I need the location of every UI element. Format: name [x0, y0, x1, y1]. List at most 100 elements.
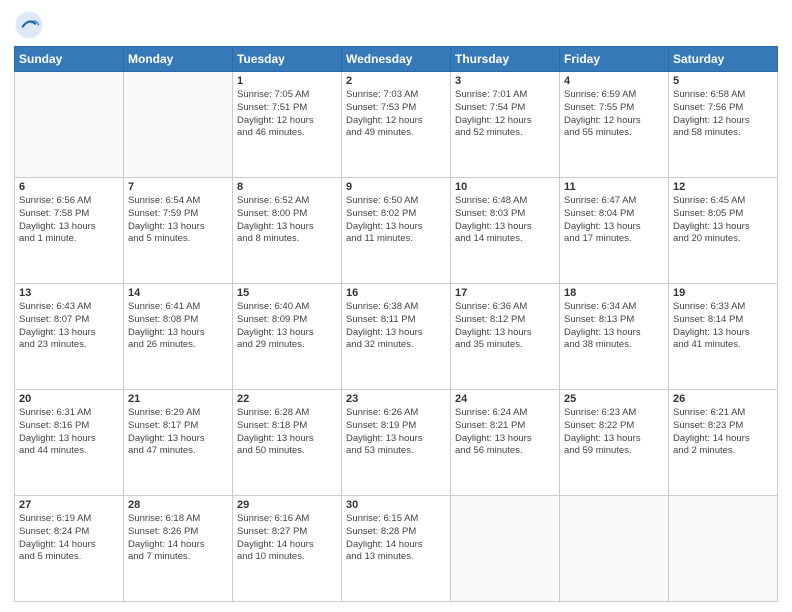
calendar-cell: 16 Sunrise: 6:38 AM Sunset: 8:11 PM Dayli…	[342, 284, 451, 390]
logo	[14, 10, 48, 40]
calendar-cell: 18 Sunrise: 6:34 AM Sunset: 8:13 PM Dayli…	[560, 284, 669, 390]
day-number: 17	[455, 287, 555, 299]
day-info: Sunrise: 6:34 AM Sunset: 8:13 PM Dayligh…	[564, 301, 664, 352]
calendar-header-wednesday: Wednesday	[342, 47, 451, 72]
calendar-header-row: SundayMondayTuesdayWednesdayThursdayFrid…	[15, 47, 778, 72]
calendar-cell: 4Sunrise: 6:59 AM Sunset: 7:55 PM Daylig…	[560, 72, 669, 178]
calendar-cell	[124, 72, 233, 178]
day-info: Sunrise: 6:21 AM Sunset: 8:23 PM Dayligh…	[673, 407, 773, 458]
day-info: Sunrise: 6:16 AM Sunset: 8:27 PM Dayligh…	[237, 513, 337, 564]
day-number: 1	[237, 75, 337, 87]
day-number: 27	[19, 499, 119, 511]
header	[14, 10, 778, 40]
day-number: 30	[346, 499, 446, 511]
day-info: Sunrise: 6:47 AM Sunset: 8:04 PM Dayligh…	[564, 195, 664, 246]
day-info: Sunrise: 6:28 AM Sunset: 8:18 PM Dayligh…	[237, 407, 337, 458]
calendar-cell: 1Sunrise: 7:05 AM Sunset: 7:51 PM Daylig…	[233, 72, 342, 178]
day-number: 3	[455, 75, 555, 87]
day-info: Sunrise: 6:52 AM Sunset: 8:00 PM Dayligh…	[237, 195, 337, 246]
calendar-header-saturday: Saturday	[669, 47, 778, 72]
day-number: 16	[346, 287, 446, 299]
calendar-cell: 7 Sunrise: 6:54 AM Sunset: 7:59 PM Daylig…	[124, 178, 233, 284]
calendar-cell	[560, 496, 669, 602]
calendar-week-row: 27 Sunrise: 6:19 AM Sunset: 8:24 PM Dayli…	[15, 496, 778, 602]
calendar-cell: 11 Sunrise: 6:47 AM Sunset: 8:04 PM Dayli…	[560, 178, 669, 284]
day-info: Sunrise: 6:48 AM Sunset: 8:03 PM Dayligh…	[455, 195, 555, 246]
day-number: 8	[237, 181, 337, 193]
day-number: 15	[237, 287, 337, 299]
day-info: Sunrise: 6:58 AM Sunset: 7:56 PM Dayligh…	[673, 89, 773, 140]
day-info: Sunrise: 6:54 AM Sunset: 7:59 PM Dayligh…	[128, 195, 228, 246]
page: SundayMondayTuesdayWednesdayThursdayFrid…	[0, 0, 792, 612]
day-number: 7	[128, 181, 228, 193]
calendar-header-friday: Friday	[560, 47, 669, 72]
calendar-cell: 14Sunrise: 6:41 AM Sunset: 8:08 PM Dayli…	[124, 284, 233, 390]
calendar-week-row: 6Sunrise: 6:56 AM Sunset: 7:58 PM Daylig…	[15, 178, 778, 284]
day-number: 11	[564, 181, 664, 193]
calendar-cell: 25 Sunrise: 6:23 AM Sunset: 8:22 PM Dayli…	[560, 390, 669, 496]
day-number: 5	[673, 75, 773, 87]
day-info: Sunrise: 6:36 AM Sunset: 8:12 PM Dayligh…	[455, 301, 555, 352]
day-number: 13	[19, 287, 119, 299]
day-number: 25	[564, 393, 664, 405]
calendar-cell: 13 Sunrise: 6:43 AM Sunset: 8:07 PM Dayli…	[15, 284, 124, 390]
day-info: Sunrise: 7:01 AM Sunset: 7:54 PM Dayligh…	[455, 89, 555, 140]
calendar-week-row: 20 Sunrise: 6:31 AM Sunset: 8:16 PM Dayli…	[15, 390, 778, 496]
calendar-cell: 30Sunrise: 6:15 AM Sunset: 8:28 PM Dayli…	[342, 496, 451, 602]
day-info: Sunrise: 6:23 AM Sunset: 8:22 PM Dayligh…	[564, 407, 664, 458]
day-number: 22	[237, 393, 337, 405]
day-info: Sunrise: 6:31 AM Sunset: 8:16 PM Dayligh…	[19, 407, 119, 458]
calendar-cell: 15 Sunrise: 6:40 AM Sunset: 8:09 PM Dayli…	[233, 284, 342, 390]
day-number: 28	[128, 499, 228, 511]
calendar-header-sunday: Sunday	[15, 47, 124, 72]
day-info: Sunrise: 6:38 AM Sunset: 8:11 PM Dayligh…	[346, 301, 446, 352]
calendar-cell: 6Sunrise: 6:56 AM Sunset: 7:58 PM Daylig…	[15, 178, 124, 284]
day-info: Sunrise: 6:26 AM Sunset: 8:19 PM Dayligh…	[346, 407, 446, 458]
calendar-cell	[669, 496, 778, 602]
day-info: Sunrise: 6:18 AM Sunset: 8:26 PM Dayligh…	[128, 513, 228, 564]
calendar-cell: 24 Sunrise: 6:24 AM Sunset: 8:21 PM Dayli…	[451, 390, 560, 496]
day-info: Sunrise: 7:03 AM Sunset: 7:53 PM Dayligh…	[346, 89, 446, 140]
day-info: Sunrise: 6:43 AM Sunset: 8:07 PM Dayligh…	[19, 301, 119, 352]
calendar-cell: 10 Sunrise: 6:48 AM Sunset: 8:03 PM Dayli…	[451, 178, 560, 284]
logo-icon	[14, 10, 44, 40]
calendar-cell: 26 Sunrise: 6:21 AM Sunset: 8:23 PM Dayli…	[669, 390, 778, 496]
day-info: Sunrise: 6:19 AM Sunset: 8:24 PM Dayligh…	[19, 513, 119, 564]
calendar-table: SundayMondayTuesdayWednesdayThursdayFrid…	[14, 46, 778, 602]
day-number: 24	[455, 393, 555, 405]
calendar-week-row: 13 Sunrise: 6:43 AM Sunset: 8:07 PM Dayli…	[15, 284, 778, 390]
calendar-cell: 3 Sunrise: 7:01 AM Sunset: 7:54 PM Daylig…	[451, 72, 560, 178]
calendar-cell: 29 Sunrise: 6:16 AM Sunset: 8:27 PM Dayli…	[233, 496, 342, 602]
day-number: 9	[346, 181, 446, 193]
calendar-header-monday: Monday	[124, 47, 233, 72]
day-number: 12	[673, 181, 773, 193]
calendar-cell	[451, 496, 560, 602]
day-info: Sunrise: 6:33 AM Sunset: 8:14 PM Dayligh…	[673, 301, 773, 352]
day-number: 19	[673, 287, 773, 299]
calendar-cell: 27 Sunrise: 6:19 AM Sunset: 8:24 PM Dayli…	[15, 496, 124, 602]
day-number: 23	[346, 393, 446, 405]
day-number: 20	[19, 393, 119, 405]
day-number: 18	[564, 287, 664, 299]
calendar-cell: 9Sunrise: 6:50 AM Sunset: 8:02 PM Daylig…	[342, 178, 451, 284]
day-info: Sunrise: 6:24 AM Sunset: 8:21 PM Dayligh…	[455, 407, 555, 458]
calendar-header-thursday: Thursday	[451, 47, 560, 72]
day-number: 10	[455, 181, 555, 193]
day-info: Sunrise: 6:59 AM Sunset: 7:55 PM Dayligh…	[564, 89, 664, 140]
day-number: 2	[346, 75, 446, 87]
calendar-cell: 8 Sunrise: 6:52 AM Sunset: 8:00 PM Daylig…	[233, 178, 342, 284]
calendar-header-tuesday: Tuesday	[233, 47, 342, 72]
day-number: 26	[673, 393, 773, 405]
calendar-week-row: 1Sunrise: 7:05 AM Sunset: 7:51 PM Daylig…	[15, 72, 778, 178]
day-number: 6	[19, 181, 119, 193]
calendar-cell: 19 Sunrise: 6:33 AM Sunset: 8:14 PM Dayli…	[669, 284, 778, 390]
calendar-cell: 17 Sunrise: 6:36 AM Sunset: 8:12 PM Dayli…	[451, 284, 560, 390]
day-number: 29	[237, 499, 337, 511]
day-info: Sunrise: 6:40 AM Sunset: 8:09 PM Dayligh…	[237, 301, 337, 352]
calendar-cell	[15, 72, 124, 178]
day-number: 21	[128, 393, 228, 405]
calendar-cell: 22 Sunrise: 6:28 AM Sunset: 8:18 PM Dayli…	[233, 390, 342, 496]
calendar-cell: 5 Sunrise: 6:58 AM Sunset: 7:56 PM Daylig…	[669, 72, 778, 178]
calendar-cell: 20 Sunrise: 6:31 AM Sunset: 8:16 PM Dayli…	[15, 390, 124, 496]
calendar-cell: 23 Sunrise: 6:26 AM Sunset: 8:19 PM Dayli…	[342, 390, 451, 496]
